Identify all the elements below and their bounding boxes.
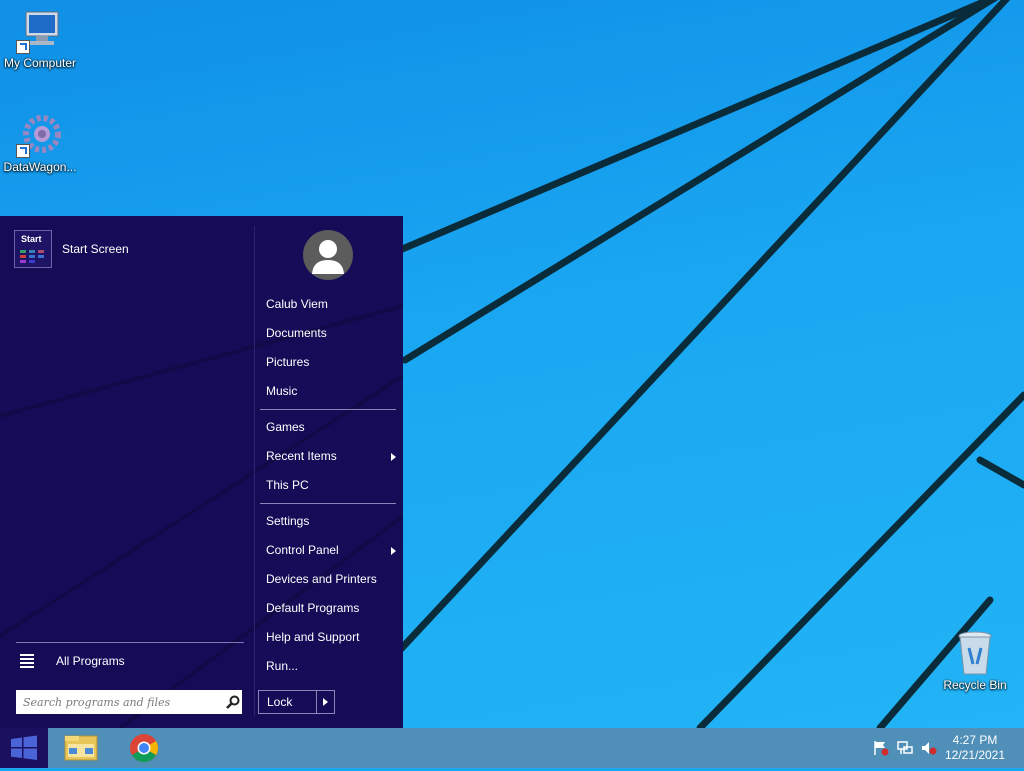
menu-item-label: Documents: [266, 326, 327, 340]
shortcut-arrow-icon: [16, 144, 30, 158]
clock-time: 4:27 PM: [952, 733, 998, 747]
action-center-flag-icon[interactable]: [872, 740, 890, 756]
start-menu: Start Start Screen All Programs Search p…: [0, 216, 403, 728]
menu-item-label: Games: [266, 420, 305, 434]
chrome-icon: [130, 734, 158, 762]
all-programs-label: All Programs: [56, 654, 125, 668]
menu-item-run[interactable]: Run...: [266, 654, 398, 678]
start-menu-right-column: Calub Viem Documents Pictures Music Game…: [255, 216, 403, 728]
taskbar-chrome[interactable]: [118, 728, 170, 768]
desktop-icon-label: Recycle Bin: [943, 678, 1007, 692]
desktop-icon-label: DataWagon...: [3, 160, 77, 174]
search-input[interactable]: [21, 694, 221, 710]
divider: [260, 409, 396, 410]
start-screen-button[interactable]: Start Start Screen: [10, 228, 240, 270]
menu-item-label: Help and Support: [266, 630, 360, 644]
shortcut-arrow-icon: [16, 40, 30, 54]
menu-item-label: Devices and Printers: [266, 572, 377, 586]
menu-item-this-pc[interactable]: This PC: [266, 473, 398, 497]
menu-item-label: Music: [266, 384, 298, 398]
lock-options-arrow-icon[interactable]: [315, 691, 334, 713]
start-menu-left-column: Start Start Screen All Programs: [0, 216, 254, 728]
menu-item-label: Default Programs: [266, 601, 360, 615]
windows-logo-icon: [11, 735, 37, 760]
menu-item-label: This PC: [266, 478, 309, 492]
submenu-arrow-icon: [391, 547, 396, 555]
menu-item-user[interactable]: Calub Viem: [266, 292, 398, 316]
lock-split-button: Lock: [258, 690, 335, 714]
menu-item-music[interactable]: Music: [266, 379, 398, 403]
taskbar: 4:27 PM 12/21/2021: [0, 728, 1024, 768]
menu-item-documents[interactable]: Documents: [266, 321, 398, 345]
menu-item-label: Settings: [266, 514, 310, 528]
recycle-bin-icon: [951, 630, 999, 676]
submenu-arrow-icon: [391, 453, 396, 461]
computer-icon: [16, 8, 64, 54]
tile-label: Start: [21, 234, 42, 244]
divider: [260, 503, 396, 504]
menu-item-control-panel[interactable]: Control Panel: [266, 538, 398, 562]
menu-item-label: Control Panel: [266, 543, 339, 557]
menu-item-help-support[interactable]: Help and Support: [266, 625, 398, 649]
desktop-icon-my-computer[interactable]: My Computer: [0, 8, 80, 70]
menu-item-pictures[interactable]: Pictures: [266, 350, 398, 374]
menu-item-label: Calub Viem: [266, 297, 328, 311]
start-screen-tile-icon: Start: [14, 230, 52, 268]
taskbar-file-explorer[interactable]: [56, 728, 108, 768]
file-explorer-icon: [64, 735, 98, 761]
start-screen-label: Start Screen: [62, 242, 129, 256]
volume-muted-icon[interactable]: [920, 740, 938, 756]
all-programs-button[interactable]: All Programs: [16, 650, 244, 672]
search-icon[interactable]: [225, 694, 241, 710]
menu-item-devices-printers[interactable]: Devices and Printers: [266, 567, 398, 591]
menu-item-games[interactable]: Games: [266, 415, 398, 439]
lock-button[interactable]: Lock: [259, 691, 316, 713]
user-avatar-icon[interactable]: [303, 230, 353, 280]
network-icon[interactable]: [896, 740, 914, 756]
menu-item-label: Recent Items: [266, 449, 337, 463]
menu-item-recent-items[interactable]: Recent Items: [266, 444, 398, 468]
start-button[interactable]: [0, 728, 48, 768]
menu-item-settings[interactable]: Settings: [266, 509, 398, 533]
menu-item-default-programs[interactable]: Default Programs: [266, 596, 398, 620]
desktop-icon-label: My Computer: [3, 56, 77, 70]
divider: [16, 642, 244, 643]
search-box[interactable]: [16, 690, 242, 714]
taskbar-clock[interactable]: 4:27 PM 12/21/2021: [940, 733, 1010, 763]
datawagon-gear-icon: [16, 112, 64, 158]
menu-item-label: Run...: [266, 659, 299, 673]
list-icon: [20, 652, 34, 670]
menu-item-label: Pictures: [266, 355, 310, 369]
clock-date: 12/21/2021: [944, 748, 1006, 762]
desktop-icon-datawagon[interactable]: DataWagon...: [0, 112, 80, 174]
desktop-icon-recycle-bin[interactable]: Recycle Bin: [935, 630, 1015, 692]
